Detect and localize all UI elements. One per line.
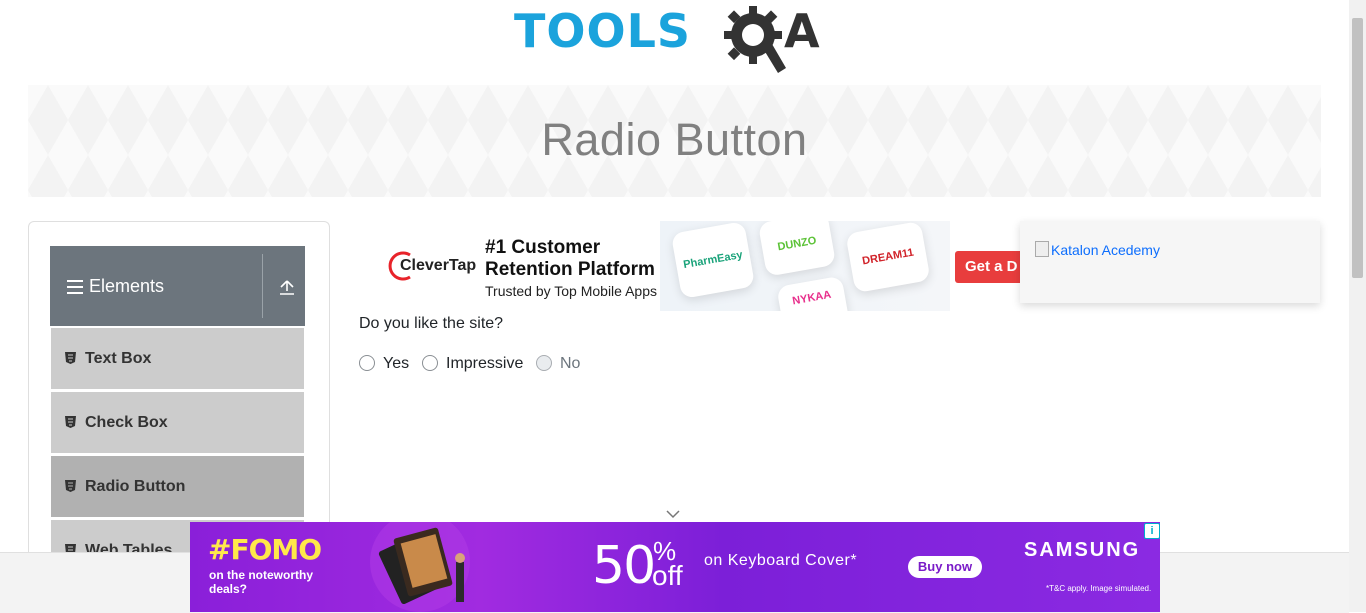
chevron-down-icon[interactable] (666, 509, 680, 519)
hamburger-icon (67, 280, 83, 294)
buy-now-button[interactable]: Buy now (908, 556, 982, 578)
radio-yes[interactable]: Yes (359, 353, 419, 375)
radio-label[interactable]: Yes (383, 355, 409, 373)
radio-circle[interactable] (422, 355, 438, 371)
scrollbar-thumb[interactable] (1352, 18, 1363, 278)
adchoices-icon[interactable]: i (1144, 523, 1160, 539)
sidebar-item-check-box[interactable]: Check Box (51, 392, 304, 453)
question-text: Do you like the site? (359, 315, 504, 332)
ad-headline: #1 Customer Retention Platform (485, 237, 655, 280)
gear-magnifier-icon (724, 6, 786, 73)
collapse-arrow-icon[interactable] (278, 278, 296, 296)
ad-brand: CleverTap (400, 257, 477, 274)
radio-label[interactable]: Impressive (446, 355, 523, 373)
logo-text-tools: TOOLS (514, 4, 692, 58)
katalon-ad[interactable]: Katalon Acedemy (1020, 221, 1320, 303)
ad-disclaimer: *T&C apply. Image simulated. (1046, 584, 1152, 593)
ad-subline: Trusted by Top Mobile Apps (485, 283, 657, 299)
radio-no: No (536, 353, 596, 375)
sidebar-item-label: Radio Button (85, 478, 186, 495)
broken-image-icon (1035, 241, 1049, 257)
divider (262, 254, 263, 318)
page-title: Radio Button (541, 114, 808, 165)
ad-card-pharmeasy: PharmEasy (670, 221, 756, 299)
elements-group-header[interactable]: Elements (50, 246, 305, 326)
sidebar-item-label: Check Box (85, 414, 168, 431)
html5-icon (65, 352, 76, 364)
radio-impressive[interactable]: Impressive (422, 353, 532, 375)
samsung-logo: SAMSUNG (1024, 539, 1141, 561)
deal-off: off (652, 560, 683, 591)
logo-text-a: A (784, 4, 820, 58)
radio-circle (536, 355, 552, 371)
toolsqa-logo[interactable]: TOOLS A (514, 2, 840, 74)
ad-fomo-text: #FOMO (208, 533, 322, 566)
deal-text: on Keyboard Cover* (704, 552, 858, 569)
tablet-keyboard-image (370, 522, 470, 612)
deal-number: 50 (592, 536, 656, 596)
group-title: Elements (89, 276, 165, 296)
sidebar-item-radio-button[interactable]: Radio Button (51, 456, 304, 517)
radio-circle[interactable] (359, 355, 375, 371)
ad-fomo-subtext: on the noteworthy deals? (209, 568, 313, 596)
html5-icon (65, 416, 76, 428)
katalon-link[interactable]: Katalon Acedemy (1035, 241, 1160, 258)
samsung-ad[interactable]: #FOMO on the noteworthy deals? 50 % off … (190, 522, 1160, 612)
page-banner: Radio Button (28, 85, 1321, 197)
ad-cta-button[interactable]: Get a D (955, 251, 1020, 283)
katalon-alt-text: Katalon Acedemy (1051, 242, 1160, 258)
sidebar-item-label: Text Box (85, 350, 152, 367)
sidebar-item-text-box[interactable]: Text Box (51, 328, 304, 389)
clevertap-ad[interactable]: CleverTap #1 Customer Retention Platform… (360, 221, 1020, 311)
html5-icon (65, 480, 76, 492)
radio-label: No (560, 355, 581, 372)
